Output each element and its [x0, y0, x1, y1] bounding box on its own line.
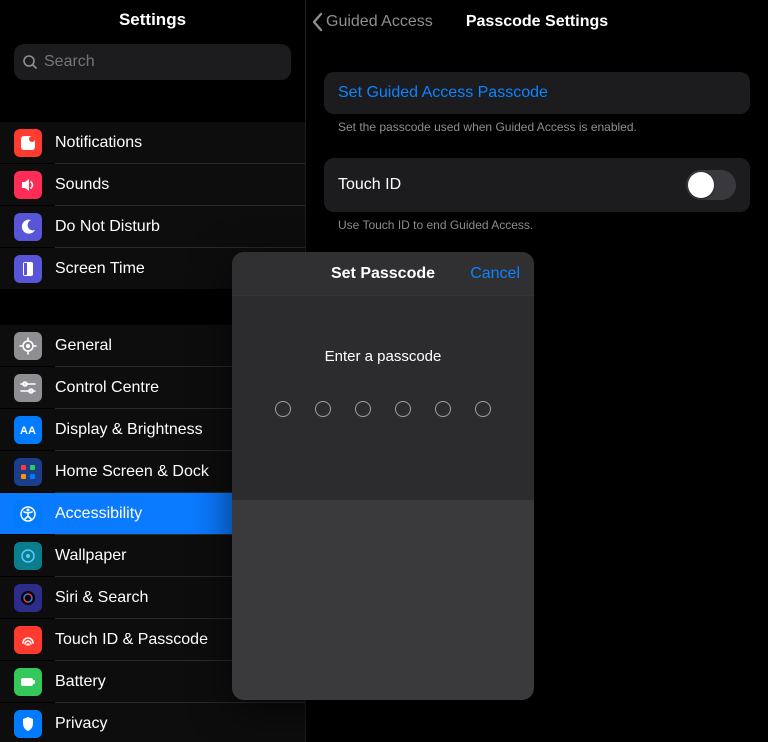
screentime-icon — [14, 255, 42, 283]
sidebar-item-privacy[interactable]: Privacy — [0, 703, 305, 742]
battery-icon — [14, 668, 42, 696]
passcode-dot — [475, 401, 491, 417]
set-passcode-footer: Set the passcode used when Guided Access… — [324, 114, 750, 134]
sidebar-item-label: Privacy — [55, 715, 305, 733]
search-icon — [22, 54, 38, 70]
wallpaper-icon — [14, 542, 42, 570]
chevron-left-icon — [312, 12, 324, 32]
sounds-icon — [14, 171, 42, 199]
notifications-icon — [14, 129, 42, 157]
touchid-icon — [14, 626, 42, 654]
sidebar-item-label: Sounds — [55, 176, 305, 194]
touchid-footer: Use Touch ID to end Guided Access. — [324, 212, 750, 232]
display-icon: AA — [14, 416, 42, 444]
privacy-icon — [14, 710, 42, 738]
back-label: Guided Access — [326, 13, 433, 31]
sidebar-title: Settings — [0, 10, 305, 30]
back-button[interactable]: Guided Access — [306, 12, 433, 32]
sidebar-item-label: Do Not Disturb — [55, 218, 305, 236]
set-passcode-modal: Set Passcode Cancel Enter a passcode — [232, 252, 534, 700]
general-icon — [14, 332, 42, 360]
set-passcode-label: Set Guided Access Passcode — [338, 84, 548, 102]
sidebar-item-label: Notifications — [55, 134, 305, 152]
passcode-dot — [435, 401, 451, 417]
search-field[interactable] — [14, 44, 291, 80]
sidebar-item-sounds[interactable]: Sounds — [0, 164, 305, 205]
modal-header: Set Passcode Cancel — [232, 252, 534, 296]
passcode-dot — [355, 401, 371, 417]
siri-icon — [14, 584, 42, 612]
passcode-dot — [395, 401, 411, 417]
accessibility-icon — [14, 500, 42, 528]
touchid-toggle[interactable] — [686, 170, 736, 200]
detail-header: Guided Access Passcode Settings — [306, 0, 768, 44]
search-input[interactable] — [44, 53, 283, 71]
modal-title: Set Passcode — [331, 265, 435, 283]
sidebar-header: Settings — [0, 0, 305, 36]
dnd-icon — [14, 213, 42, 241]
set-passcode-cell[interactable]: Set Guided Access Passcode — [324, 72, 750, 114]
passcode-dot — [275, 401, 291, 417]
toggle-knob — [688, 172, 714, 198]
touchid-label: Touch ID — [338, 176, 401, 194]
touchid-cell: Touch ID — [324, 158, 750, 212]
passcode-dots — [232, 401, 534, 417]
controlcentre-icon — [14, 374, 42, 402]
svg-text:AA: AA — [20, 425, 36, 437]
modal-prompt: Enter a passcode — [232, 348, 534, 365]
sidebar-item-notifications[interactable]: Notifications — [0, 122, 305, 163]
modal-cancel-button[interactable]: Cancel — [470, 265, 520, 283]
modal-keypad-area[interactable] — [232, 500, 534, 700]
sidebar-item-do-not-disturb[interactable]: Do Not Disturb — [0, 206, 305, 247]
passcode-dot — [315, 401, 331, 417]
homescreen-icon — [14, 458, 42, 486]
